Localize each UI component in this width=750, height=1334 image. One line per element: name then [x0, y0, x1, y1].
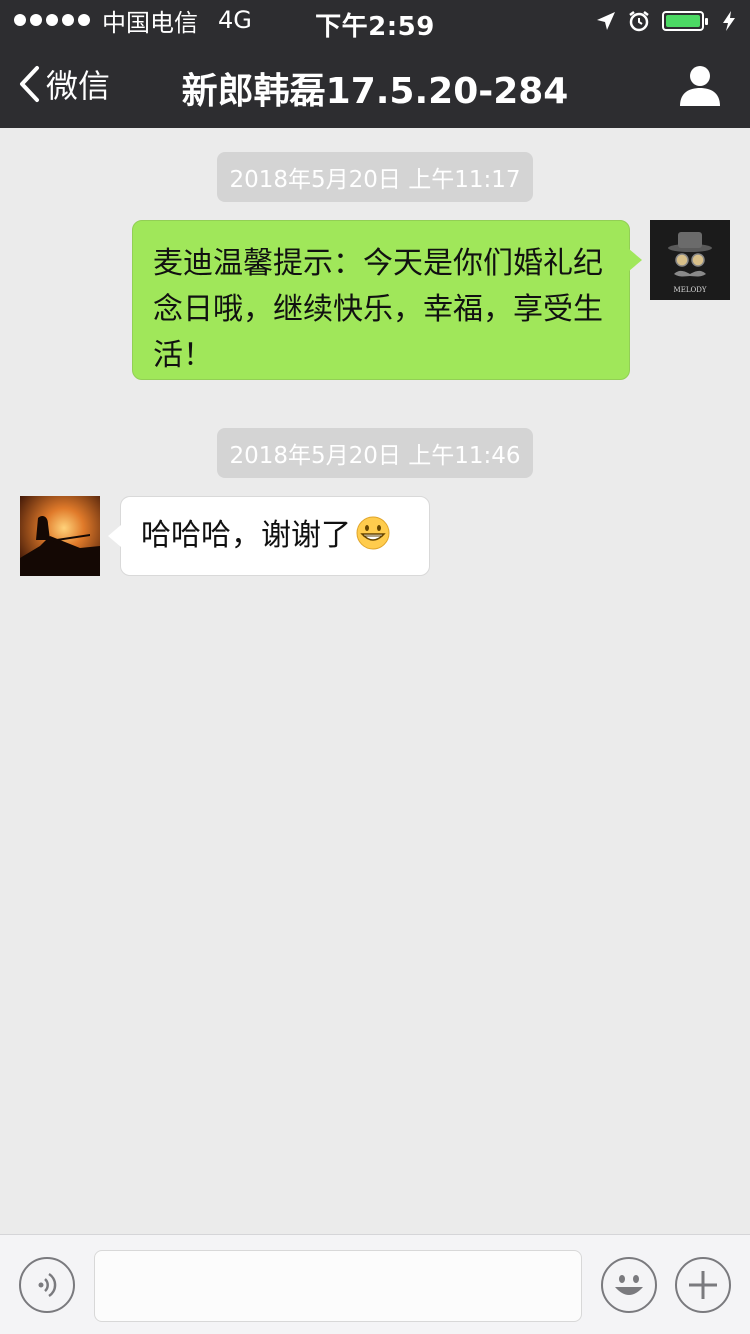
contact-avatar[interactable] [20, 496, 100, 576]
back-button[interactable]: 微信 [18, 64, 111, 105]
plus-icon [689, 1271, 717, 1299]
alarm-icon [629, 11, 649, 32]
svg-text:MELODY: MELODY [674, 286, 707, 294]
grinning-face-emoji [356, 516, 390, 550]
message-text: 麦迪温馨提示：今天是你们婚礼纪念日哦，继续快乐，幸福，享受生活！ [153, 246, 603, 373]
back-label: 微信 [46, 67, 111, 105]
status-right [596, 8, 736, 34]
emoji-button[interactable] [601, 1257, 657, 1313]
profile-icon[interactable] [678, 64, 722, 108]
emoji-icon [615, 1275, 643, 1295]
my-avatar[interactable]: MELODY [650, 220, 730, 300]
top-bar: 中国电信 4G 下午2:59 微信 新郎韩磊17.5.20-284 [0, 0, 750, 128]
voice-button[interactable] [19, 1257, 75, 1313]
input-bar [0, 1234, 750, 1334]
message-timestamp: 2018年5月20日 上午11:46 [0, 428, 750, 478]
location-arrow-icon [597, 12, 615, 30]
outgoing-message-bubble[interactable]: 麦迪温馨提示：今天是你们婚礼纪念日哦，继续快乐，幸福，享受生活！ [132, 220, 642, 380]
more-button[interactable] [675, 1257, 731, 1313]
charging-bolt-icon [723, 11, 735, 31]
message-input[interactable] [94, 1250, 582, 1322]
battery-icon [662, 11, 708, 31]
incoming-message-bubble[interactable]: 哈哈哈，谢谢了 [108, 496, 430, 576]
back-chevron-icon [20, 66, 39, 102]
status-bar: 中国电信 4G 下午2:59 [0, 0, 750, 42]
voice-icon [38, 1272, 57, 1298]
chat-screen: 中国电信 4G 下午2:59 微信 新郎韩磊17.5.20-284 2018年5… [0, 0, 750, 1334]
chat-title: 新郎韩磊17.5.20-284 [181, 71, 569, 112]
message-timestamp: 2018年5月20日 上午11:17 [0, 152, 750, 202]
message-list[interactable]: 2018年5月20日 上午11:17 麦迪温馨提示：今天是你们婚礼纪念日哦，继续… [0, 128, 750, 1234]
message-text: 哈哈哈，谢谢了 [141, 518, 351, 553]
navigation-bar: 微信 新郎韩磊17.5.20-284 [0, 40, 750, 128]
